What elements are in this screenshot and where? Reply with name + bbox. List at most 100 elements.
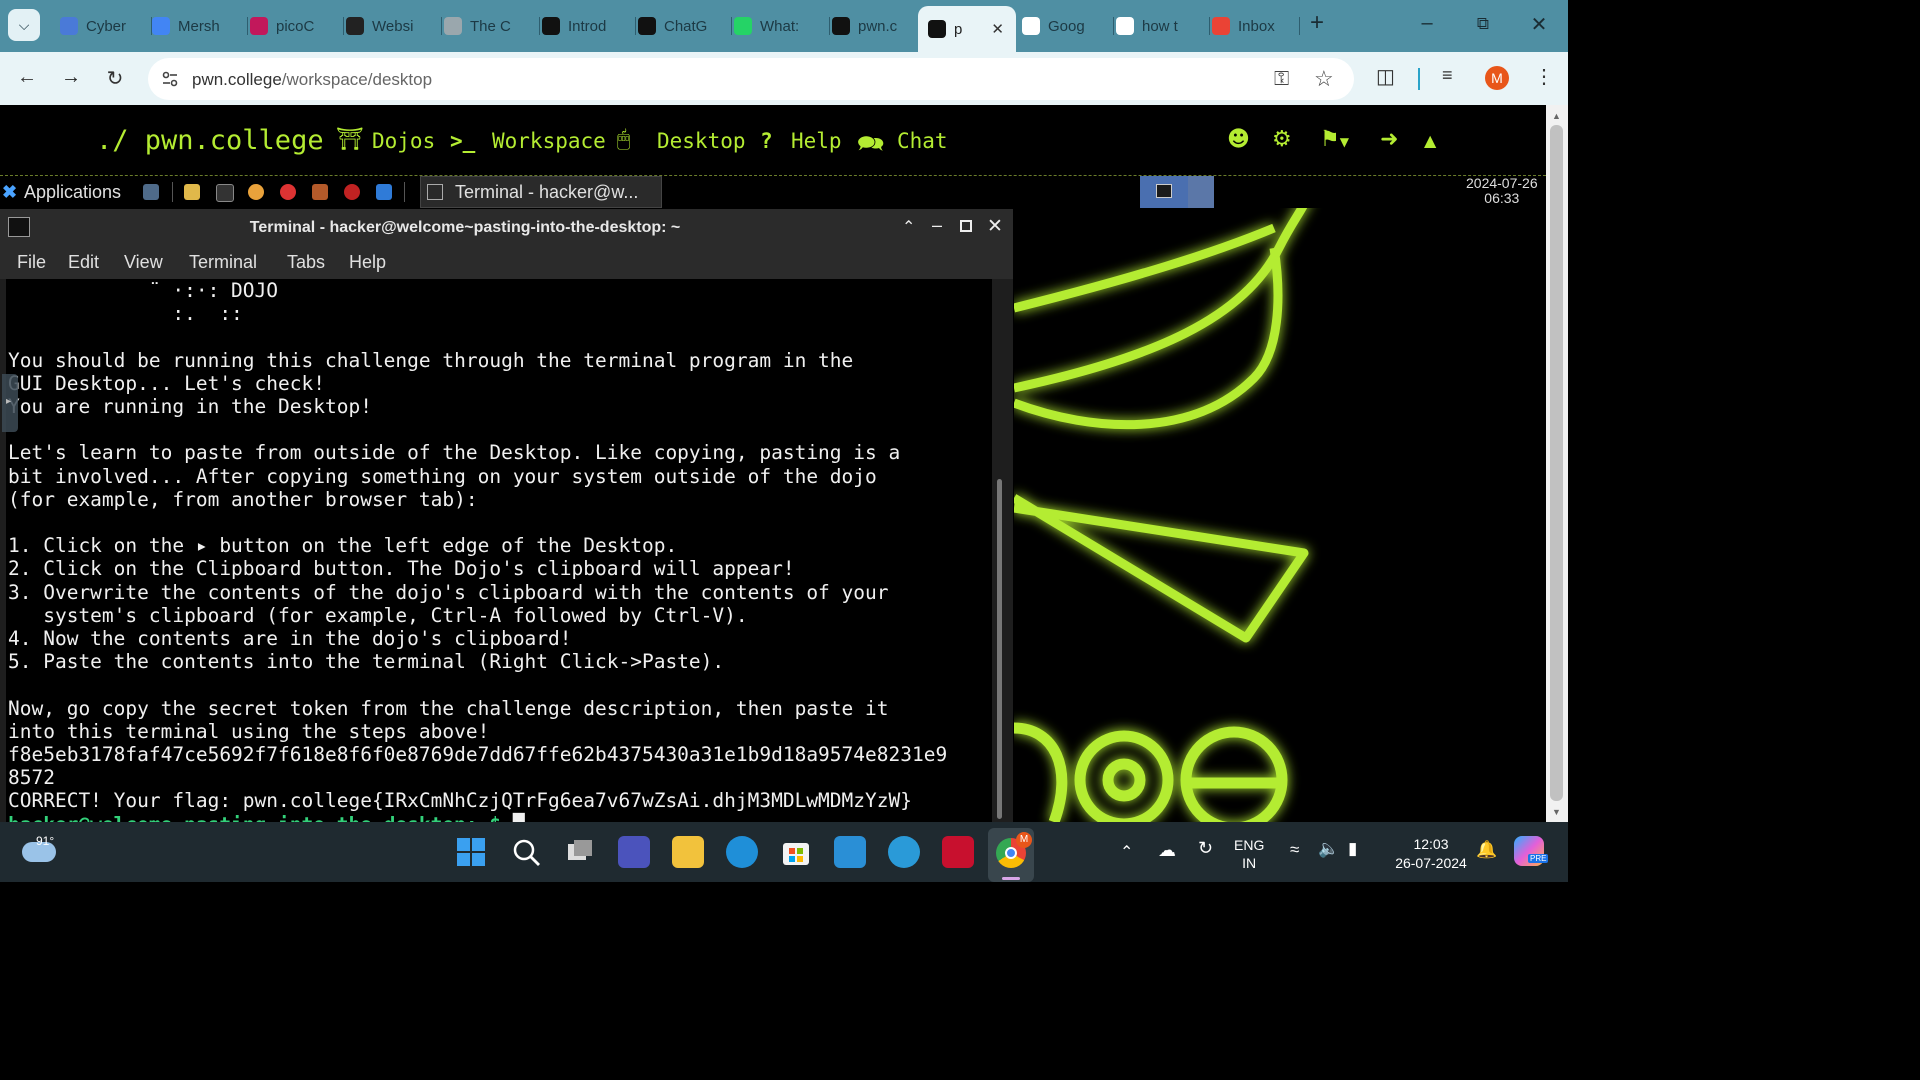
browser-tab[interactable]: What: — [724, 8, 830, 44]
volume-icon[interactable]: 🔈 — [1318, 839, 1339, 859]
browser-tab[interactable]: Introd — [532, 8, 636, 44]
panel-clock[interactable]: 2024-07-26 06:33 — [1466, 176, 1538, 206]
app-launcher-icon[interactable] — [280, 184, 296, 200]
browser-tab[interactable]: pwn.c — [822, 8, 926, 44]
edge-icon[interactable] — [726, 836, 758, 868]
myhp-icon[interactable] — [834, 836, 866, 868]
menu-tabs[interactable]: Tabs — [287, 252, 325, 273]
task-view-button[interactable] — [564, 836, 596, 868]
menu-help[interactable]: Help — [349, 252, 386, 273]
battery-icon[interactable]: ▮ — [1348, 839, 1357, 859]
browser-tab[interactable]: Websi — [336, 8, 442, 44]
terminal-text[interactable]: ¨ ·:·: DOJO :. :: You should be running … — [8, 279, 947, 822]
scroll-down-icon[interactable]: ▼ — [1552, 807, 1561, 817]
browser-tab[interactable]: p ✕ — [918, 6, 1016, 52]
back-button[interactable]: ← — [14, 66, 40, 89]
browser-tab[interactable]: ChatG — [628, 8, 732, 44]
url-bar[interactable]: pwn.college/workspace/desktop ⚿ ☆ — [148, 58, 1354, 100]
extensions-icon[interactable]: ◫ — [1376, 64, 1395, 89]
file-manager-icon[interactable] — [184, 184, 200, 200]
logout-icon[interactable]: ➜ — [1380, 127, 1398, 152]
workspace-2-button[interactable] — [1188, 176, 1214, 208]
nav-workspace[interactable]: Workspace — [492, 129, 606, 153]
browser-launcher-icon[interactable] — [248, 184, 264, 200]
nav-help[interactable]: Help — [791, 129, 842, 153]
close-window-button[interactable]: ✕ — [1524, 12, 1554, 37]
copilot-icon[interactable]: PRE — [1514, 836, 1549, 866]
browser-tab[interactable]: Inbox — [1202, 8, 1300, 44]
mcafee-icon[interactable] — [942, 836, 974, 868]
teams-icon[interactable] — [618, 836, 650, 868]
nav-desktop[interactable]: Desktop — [657, 129, 746, 153]
onedrive-icon[interactable]: ☁ — [1158, 840, 1176, 861]
new-tab-button[interactable]: + — [1302, 9, 1332, 37]
store-icon[interactable] — [780, 836, 812, 868]
chrome-taskbar-button[interactable]: M — [988, 828, 1034, 882]
browser-tab[interactable]: Cyber — [50, 8, 152, 44]
applications-menu[interactable]: Applications — [24, 182, 121, 203]
language-indicator[interactable]: ENG IN — [1234, 836, 1264, 872]
start-button[interactable] — [455, 836, 487, 868]
brand-link[interactable]: ./ pwn.college — [96, 125, 324, 156]
browser-tab[interactable]: how t — [1106, 8, 1210, 44]
menu-edit[interactable]: Edit — [68, 252, 99, 273]
nav-chat[interactable]: Chat — [897, 129, 948, 153]
file-explorer-icon[interactable] — [672, 836, 704, 868]
search-button[interactable] — [510, 836, 542, 868]
notification-bell-icon[interactable]: 🔔 — [1476, 840, 1497, 860]
browser-tab[interactable]: picoC — [240, 8, 344, 44]
terminal-scroll-thumb[interactable] — [997, 479, 1002, 819]
browser-tab[interactable]: Mersh — [142, 8, 248, 44]
password-key-icon[interactable]: ⚿ — [1274, 68, 1289, 91]
tab-search-button[interactable]: ⌵ — [8, 9, 40, 41]
media-queue-icon[interactable]: ≡ — [1442, 65, 1453, 86]
page-scrollbar[interactable]: ▲ ▼ — [1546, 105, 1568, 822]
minimize-button[interactable]: – — [1412, 12, 1442, 35]
flag-dropdown-icon[interactable]: ⚑▼ — [1320, 127, 1349, 152]
menu-kebab-icon[interactable]: ⋮ — [1534, 64, 1554, 89]
collapse-up-icon[interactable]: ▲ — [1424, 131, 1436, 150]
terminal-launcher-icon[interactable] — [216, 184, 234, 202]
ghidra-launcher-icon[interactable] — [312, 184, 328, 200]
terminal-output[interactable]: ¨ ·:·: DOJO :. :: You should be running … — [6, 279, 992, 822]
show-desktop-icon[interactable] — [143, 184, 159, 200]
restore-button[interactable]: ⧉ — [1468, 14, 1498, 34]
bookmark-star-icon[interactable]: ☆ — [1314, 66, 1334, 92]
tray-overflow-chevron-icon[interactable]: ⌃ — [1120, 842, 1133, 862]
browser-tab[interactable]: Goog — [1012, 8, 1114, 44]
forward-button[interactable]: → — [58, 66, 84, 89]
tab-title: ChatG — [664, 17, 708, 35]
wireshark-launcher-icon[interactable] — [376, 184, 392, 200]
profile-avatar[interactable]: M — [1485, 66, 1509, 90]
user-icon[interactable]: ☻ — [1227, 127, 1250, 152]
window-minimize-icon[interactable]: – — [932, 215, 942, 236]
xfce-logo-icon[interactable]: ✖ — [2, 182, 17, 203]
menu-view[interactable]: View — [124, 252, 163, 273]
terminal-line: You are running in the Desktop! — [8, 395, 372, 419]
site-info-icon[interactable] — [160, 69, 180, 89]
window-shade-icon[interactable]: ⌃ — [902, 217, 915, 237]
close-tab-icon[interactable]: ✕ — [991, 20, 1004, 38]
url-text[interactable]: pwn.college/workspace/desktop — [192, 70, 432, 90]
terminal-titlebar[interactable]: Terminal - hacker@welcome~pasting-into-t… — [0, 209, 1013, 247]
window-close-icon[interactable]: ✕ — [987, 215, 1003, 238]
desktop-drawer-handle[interactable]: ▸ — [2, 374, 18, 432]
page-scroll-thumb[interactable] — [1550, 125, 1563, 801]
settings-gears-icon[interactable]: ⚙ — [1272, 127, 1292, 152]
reload-button[interactable]: ↻ — [102, 66, 128, 91]
scroll-up-icon[interactable]: ▲ — [1552, 111, 1561, 121]
system-clock[interactable]: 12:03 26-07-2024 — [1386, 835, 1476, 873]
menu-terminal[interactable]: Terminal — [189, 252, 257, 273]
help-get-started-icon[interactable] — [888, 836, 920, 868]
wifi-icon[interactable]: ≈ — [1290, 840, 1299, 860]
nav-dojos[interactable]: Dojos — [372, 129, 435, 153]
weather-temp[interactable]: 91° — [36, 834, 54, 848]
window-maximize-icon[interactable] — [960, 220, 972, 232]
taskbar-terminal-button[interactable]: Terminal - hacker@w... — [420, 176, 662, 208]
terminal-scrollbar[interactable] — [994, 279, 1006, 822]
menu-file[interactable]: File — [17, 252, 46, 273]
debugger-launcher-icon[interactable] — [344, 184, 360, 200]
browser-tab[interactable]: The C — [434, 8, 540, 44]
sync-icon[interactable]: ↻ — [1198, 838, 1213, 859]
workspace-1-button[interactable] — [1140, 176, 1188, 208]
